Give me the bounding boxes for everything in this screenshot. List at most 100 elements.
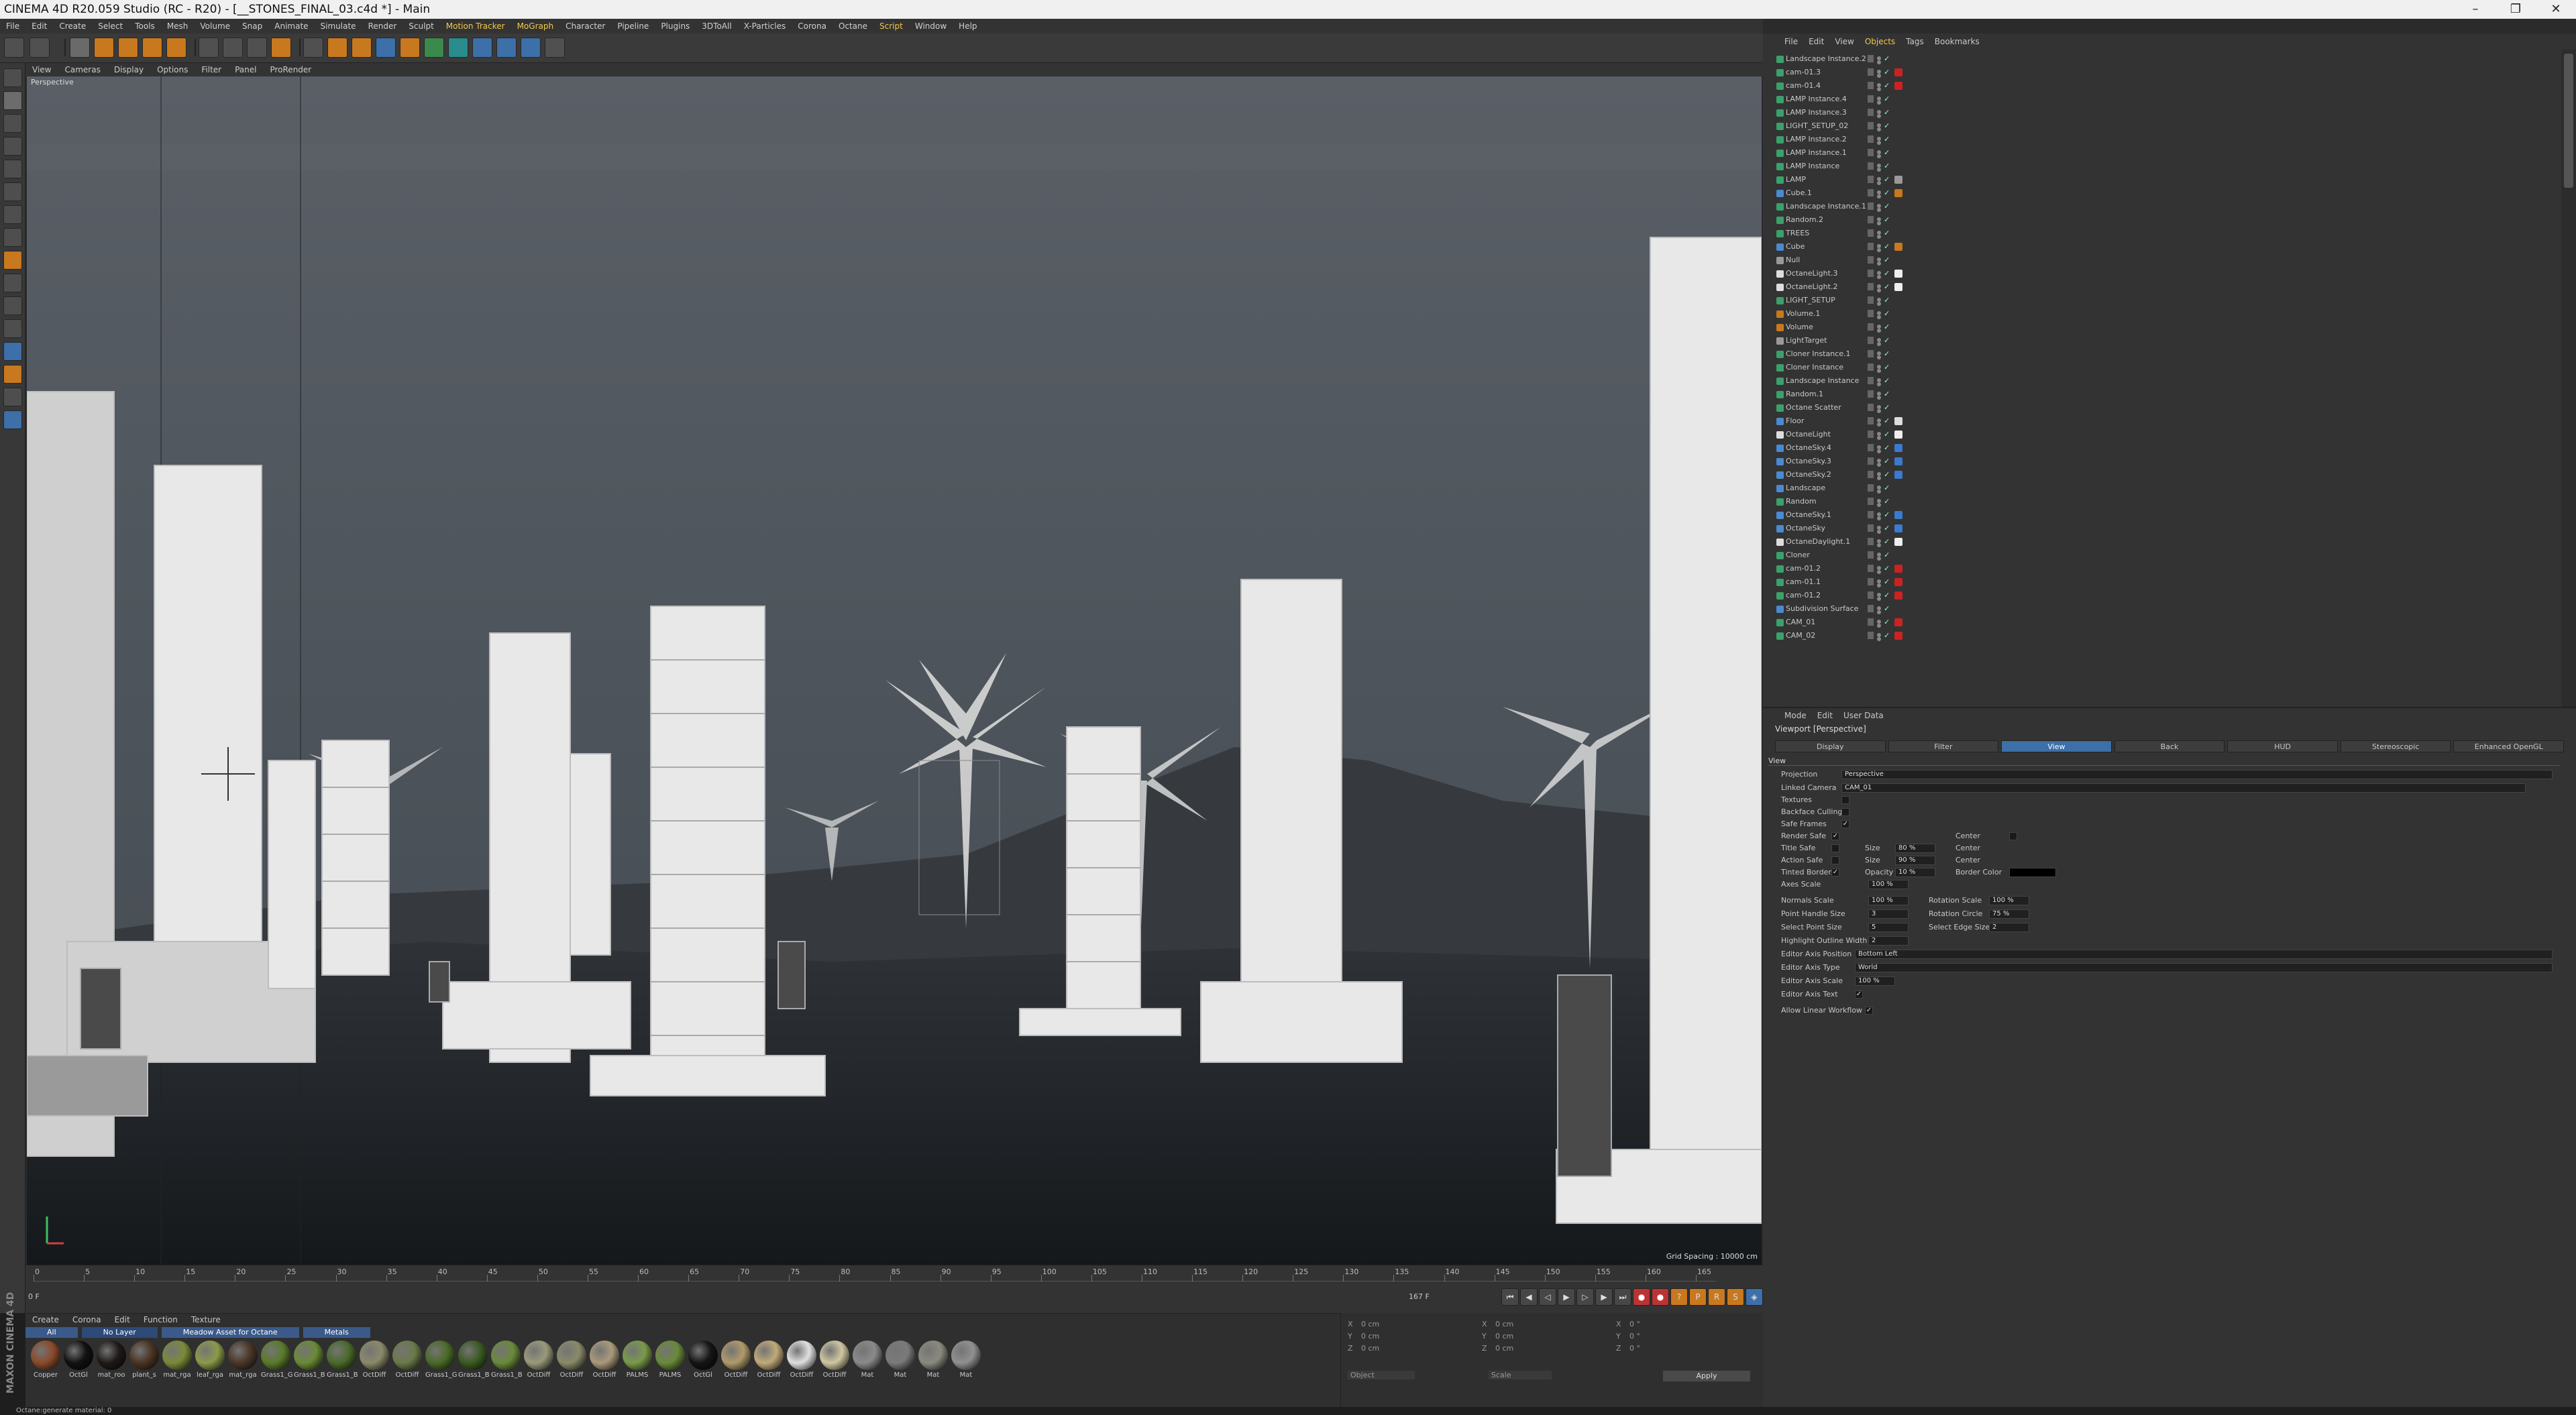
- object-name[interactable]: OctaneDaylight.1: [1786, 535, 1850, 549]
- enabled-check-icon[interactable]: ✓: [1884, 535, 1890, 549]
- menu-file[interactable]: File: [0, 19, 25, 34]
- render-visibility-dot[interactable]: [1877, 476, 1881, 480]
- go-start-button[interactable]: ⏮: [1501, 1288, 1519, 1306]
- object-tag-icon[interactable]: [1894, 82, 1902, 90]
- enabled-check-icon[interactable]: ✓: [1884, 186, 1890, 200]
- render-visibility-dot[interactable]: [1877, 449, 1881, 453]
- axis-icon[interactable]: [3, 251, 22, 270]
- apply-button[interactable]: Apply: [1663, 1371, 1750, 1381]
- normals-scale-field[interactable]: 100 %: [1868, 896, 1909, 905]
- play-button[interactable]: ▶: [1558, 1288, 1575, 1306]
- enabled-check-icon[interactable]: ✓: [1884, 106, 1890, 119]
- object-row[interactable]: LIGHT_SETUP ✓: [1763, 294, 2561, 307]
- layer-swatch[interactable]: [1868, 82, 1874, 89]
- layer-swatch[interactable]: [1868, 431, 1874, 438]
- enabled-check-icon[interactable]: ✓: [1884, 253, 1890, 267]
- pen-icon[interactable]: [400, 38, 420, 58]
- render-visibility-dot[interactable]: [1877, 637, 1881, 641]
- enabled-check-icon[interactable]: ✓: [1884, 280, 1890, 294]
- menu-select[interactable]: Select: [92, 19, 129, 34]
- autokey-button[interactable]: ●: [1652, 1288, 1669, 1306]
- object-name[interactable]: OctaneSky.4: [1786, 441, 1831, 455]
- object-row[interactable]: Landscape Instance ✓: [1763, 374, 2561, 388]
- material-filter-tab[interactable]: All: [25, 1327, 78, 1338]
- attribute-tab-stereoscopic[interactable]: Stereoscopic: [2340, 740, 2451, 752]
- enabled-check-icon[interactable]: ✓: [1884, 522, 1890, 535]
- menu-simulate[interactable]: Simulate: [315, 19, 362, 34]
- object-menu-objects[interactable]: Objects: [1860, 34, 1900, 50]
- layer-swatch[interactable]: [1868, 55, 1874, 62]
- points-mode-icon[interactable]: [3, 160, 22, 178]
- enabled-check-icon[interactable]: ✓: [1884, 267, 1890, 280]
- minimize-button[interactable]: –: [2455, 0, 2496, 19]
- menu-motion-tracker[interactable]: Motion Tracker: [440, 19, 511, 34]
- enabled-check-icon[interactable]: ✓: [1884, 589, 1890, 602]
- subdivide-icon[interactable]: [424, 38, 444, 58]
- enabled-check-icon[interactable]: ✓: [1884, 374, 1890, 388]
- layer-swatch[interactable]: [1868, 337, 1874, 344]
- object-tag-icon[interactable]: [1894, 511, 1902, 519]
- object-row[interactable]: Cube ✓: [1763, 240, 2561, 253]
- material-swatch[interactable]: PALMS: [655, 1341, 685, 1379]
- layer-swatch[interactable]: [1868, 538, 1874, 545]
- material-swatch[interactable]: Mat: [951, 1341, 981, 1379]
- action-size-field[interactable]: 90 %: [1895, 856, 1935, 865]
- coord-rotation-field[interactable]: 0 °: [1629, 1320, 1640, 1328]
- material-swatch[interactable]: Mat: [918, 1341, 948, 1379]
- menu-plugins[interactable]: Plugins: [655, 19, 696, 34]
- object-row[interactable]: LightTarget ✓: [1763, 334, 2561, 347]
- object-row[interactable]: OctaneSky ✓: [1763, 522, 2561, 535]
- edges-mode-icon[interactable]: [3, 182, 22, 201]
- enabled-check-icon[interactable]: ✓: [1884, 200, 1890, 213]
- go-end-button[interactable]: ⏭: [1614, 1288, 1631, 1306]
- layer-swatch[interactable]: [1868, 632, 1874, 639]
- enabled-check-icon[interactable]: ✓: [1884, 616, 1890, 629]
- object-row[interactable]: Volume.1 ✓: [1763, 307, 2561, 321]
- object-tag-icon[interactable]: [1894, 283, 1902, 291]
- layer-swatch[interactable]: [1868, 578, 1874, 585]
- layer-swatch[interactable]: [1868, 618, 1874, 626]
- coord-size-field[interactable]: 0 cm: [1495, 1344, 1513, 1353]
- render-visibility-dot[interactable]: [1877, 302, 1881, 306]
- render-visibility-dot[interactable]: [1877, 74, 1881, 78]
- object-name[interactable]: LAMP Instance.1: [1786, 146, 1847, 160]
- material-menu-corona[interactable]: Corona: [66, 1314, 108, 1326]
- enabled-check-icon[interactable]: ✓: [1884, 66, 1890, 79]
- render-visibility-dot[interactable]: [1877, 114, 1881, 118]
- menu-tools[interactable]: Tools: [129, 19, 161, 34]
- menu-octane[interactable]: Octane: [833, 19, 873, 34]
- object-tag-icon[interactable]: [1894, 68, 1902, 76]
- array-icon[interactable]: [448, 38, 468, 58]
- render-visibility-dot[interactable]: [1877, 288, 1881, 292]
- object-row[interactable]: cam-01.4 ✓: [1763, 79, 2561, 93]
- object-name[interactable]: Floor: [1786, 414, 1804, 428]
- material-menu-edit[interactable]: Edit: [108, 1314, 137, 1326]
- render-visibility-dot[interactable]: [1877, 463, 1881, 467]
- object-row[interactable]: LAMP Instance ✓: [1763, 160, 2561, 173]
- prev-frame-button[interactable]: ◁: [1539, 1288, 1556, 1306]
- object-row[interactable]: OctaneLight ✓: [1763, 428, 2561, 441]
- object-name[interactable]: OctaneSky.2: [1786, 468, 1831, 482]
- object-name[interactable]: Cloner Instance.1: [1786, 347, 1851, 361]
- render-visibility-dot[interactable]: [1877, 168, 1881, 172]
- render-safe-checkbox[interactable]: ✓: [1831, 832, 1839, 840]
- layer-swatch[interactable]: [1868, 524, 1874, 532]
- frame-end-field[interactable]: 167 F: [1409, 1292, 1430, 1301]
- viewport-menu-view[interactable]: View: [25, 63, 58, 76]
- object-row[interactable]: LAMP Instance.2 ✓: [1763, 133, 2561, 146]
- redo-icon[interactable]: [30, 38, 50, 58]
- next-frame-button[interactable]: ▷: [1576, 1288, 1594, 1306]
- layer-swatch[interactable]: [1868, 323, 1874, 331]
- object-list-scroll-thumb[interactable]: [2564, 54, 2573, 188]
- material-swatch[interactable]: Grass1_B: [491, 1341, 523, 1379]
- tweak-icon[interactable]: [3, 274, 22, 292]
- enabled-check-icon[interactable]: ✓: [1884, 79, 1890, 93]
- render-visibility-dot[interactable]: [1877, 235, 1881, 239]
- enabled-check-icon[interactable]: ✓: [1884, 468, 1890, 482]
- object-name[interactable]: Random: [1786, 495, 1817, 508]
- attribute-tab-hud[interactable]: HUD: [2227, 740, 2338, 752]
- object-name[interactable]: LIGHT_SETUP_02: [1786, 119, 1848, 133]
- layer-swatch[interactable]: [1868, 565, 1874, 572]
- material-swatch[interactable]: OctDiff: [754, 1341, 784, 1379]
- enabled-check-icon[interactable]: ✓: [1884, 441, 1890, 455]
